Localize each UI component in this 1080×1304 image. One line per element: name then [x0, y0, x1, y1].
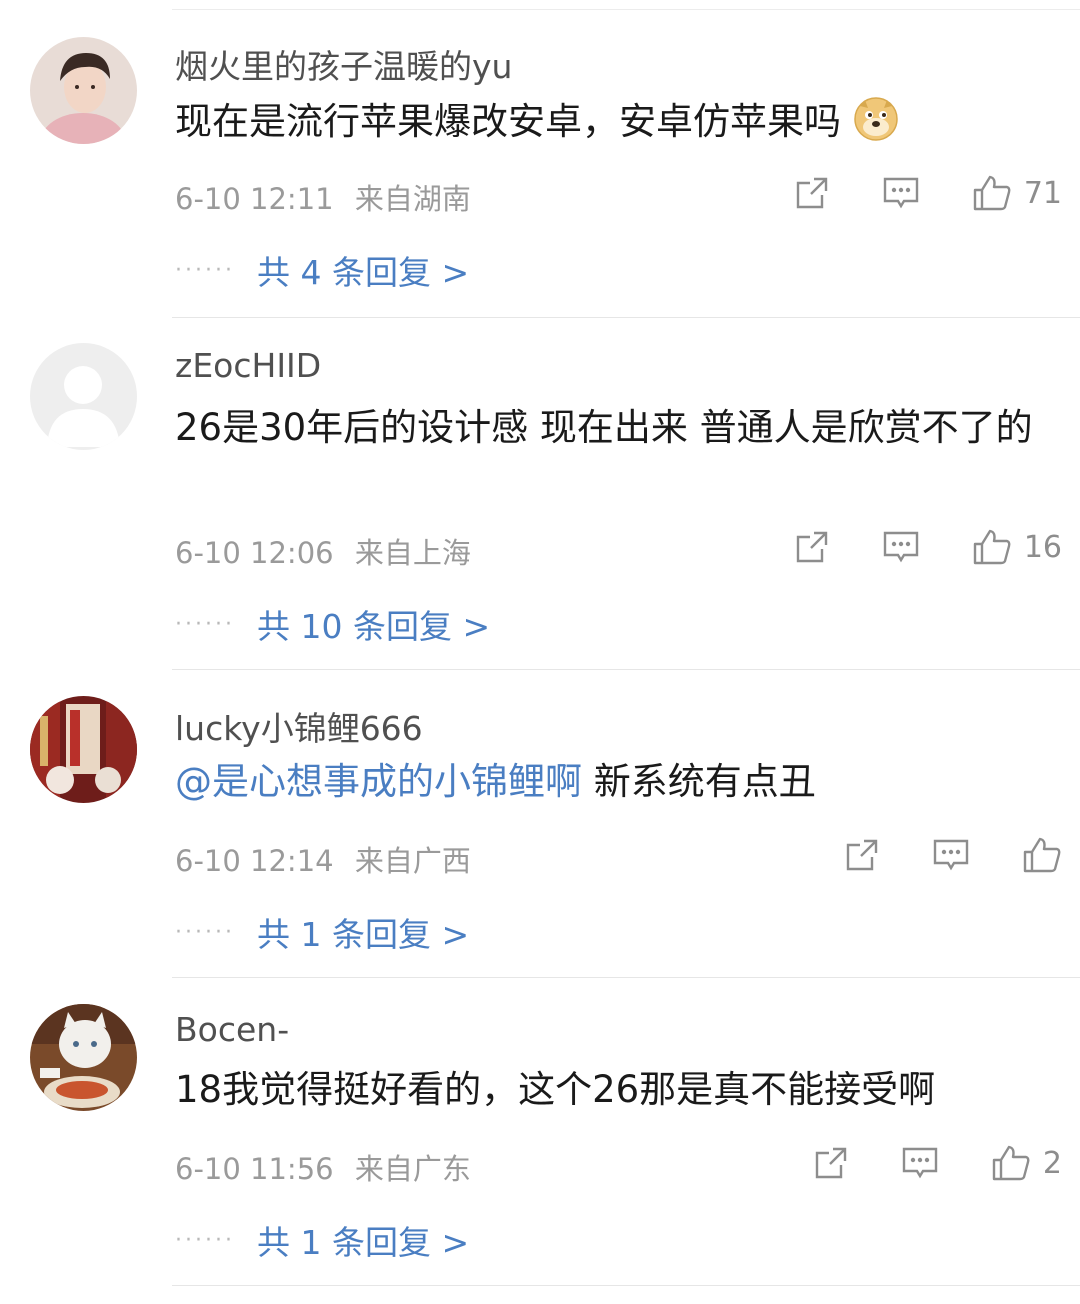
location: 来自广西	[354, 844, 471, 878]
thumbs-up-icon	[973, 175, 1011, 211]
share-icon	[796, 177, 828, 209]
comment-icon	[902, 1147, 938, 1179]
thumbs-up-icon	[1023, 837, 1061, 873]
comment-text: 18我觉得挺好看的，这个26那是真不能接受啊	[175, 1068, 936, 1111]
comment-text: 现在是流行苹果爆改安卓，安卓仿苹果吗	[175, 94, 1055, 150]
comment-text: 26是30年后的设计感 现在出来 普通人是欣赏不了的	[175, 406, 1033, 449]
comment-item: 烟火里的孩子温暖的yu 现在是流行苹果爆改安卓，安卓仿苹果吗 6-10 12:1…	[0, 0, 1080, 318]
avatar[interactable]	[30, 37, 137, 144]
reply-dots: ······	[175, 257, 235, 283]
share-button[interactable]	[813, 1145, 849, 1181]
comment-item: lucky小锦鲤666 @是心想事成的小锦鲤啊 新系统有点丑 6-10 12:1…	[0, 670, 1080, 978]
avatar[interactable]	[30, 1004, 137, 1111]
comment-icon	[883, 531, 919, 563]
comment-item: Bocen- 18我觉得挺好看的，这个26那是真不能接受啊 6-10 11:56…	[0, 978, 1080, 1286]
username[interactable]: 烟火里的孩子温暖的yu	[175, 40, 512, 88]
doge-emoji	[854, 97, 898, 141]
like-button[interactable]: 16	[972, 528, 1062, 566]
reply-dots: ······	[175, 1227, 235, 1253]
view-replies-link[interactable]: 共 1 条回复 >	[257, 1216, 469, 1264]
mention-link[interactable]: @是心想事成的小锦鲤啊	[175, 760, 582, 803]
view-replies-link[interactable]: 共 4 条回复 >	[257, 246, 469, 294]
username[interactable]: Bocen-	[175, 1010, 289, 1049]
like-button[interactable]: 71	[972, 174, 1062, 212]
comment-button[interactable]	[932, 837, 970, 873]
like-button[interactable]	[1022, 836, 1062, 874]
share-button[interactable]	[794, 175, 830, 211]
replies-row: ······ 共 4 条回复 >	[175, 246, 469, 294]
replies-row: ······ 共 1 条回复 >	[175, 908, 469, 956]
comment-text: @是心想事成的小锦鲤啊 新系统有点丑	[175, 754, 1055, 810]
comment-body: 现在是流行苹果爆改安卓，安卓仿苹果吗	[175, 100, 841, 143]
timestamp: 6-10 11:56	[175, 1152, 334, 1186]
thumbs-up-icon	[992, 1145, 1030, 1181]
timestamp: 6-10 12:14	[175, 844, 334, 878]
avatar[interactable]	[30, 696, 137, 803]
like-button[interactable]: 2	[991, 1144, 1062, 1182]
share-icon	[846, 839, 878, 871]
action-bar: 16	[742, 527, 1062, 567]
comment-icon	[933, 839, 969, 871]
share-icon	[815, 1147, 847, 1179]
share-button[interactable]	[844, 837, 880, 873]
comment-body: 新系统有点丑	[582, 760, 816, 803]
replies-row: ······ 共 10 条回复 >	[175, 600, 490, 648]
comment-icon	[883, 177, 919, 209]
location: 来自上海	[354, 536, 471, 570]
action-bar: 2	[761, 1143, 1062, 1183]
action-bar	[792, 835, 1062, 875]
replies-row: ······ 共 1 条回复 >	[175, 1216, 469, 1264]
comment-item: zEocHIID 26是30年后的设计感 现在出来 普通人是欣赏不了的 6-10…	[0, 318, 1080, 670]
comment-meta: 6-10 12:11 来自湖南	[175, 176, 471, 218]
comment-button[interactable]	[882, 175, 920, 211]
timestamp: 6-10 12:06	[175, 536, 334, 570]
reply-dots: ······	[175, 919, 235, 945]
like-count: 16	[1023, 529, 1062, 565]
like-count: 71	[1023, 175, 1062, 211]
reply-dots: ······	[175, 611, 235, 637]
timestamp: 6-10 12:11	[175, 182, 334, 216]
location: 来自湖南	[354, 182, 471, 216]
like-count: 2	[1042, 1145, 1062, 1181]
username[interactable]: zEocHIID	[175, 346, 321, 385]
share-button[interactable]	[794, 529, 830, 565]
view-replies-link[interactable]: 共 10 条回复 >	[257, 600, 490, 648]
thumbs-up-icon	[973, 529, 1011, 565]
comment-button[interactable]	[901, 1145, 939, 1181]
username[interactable]: lucky小锦鲤666	[175, 702, 423, 750]
share-icon	[796, 531, 828, 563]
comment-meta: 6-10 12:06 来自上海	[175, 530, 471, 572]
comment-button[interactable]	[882, 529, 920, 565]
location: 来自广东	[354, 1152, 471, 1186]
avatar[interactable]	[30, 343, 137, 450]
divider	[172, 1285, 1080, 1286]
action-bar: 71	[742, 173, 1062, 213]
comment-meta: 6-10 11:56 来自广东	[175, 1146, 471, 1188]
comment-meta: 6-10 12:14 来自广西	[175, 838, 471, 880]
view-replies-link[interactable]: 共 1 条回复 >	[257, 908, 469, 956]
